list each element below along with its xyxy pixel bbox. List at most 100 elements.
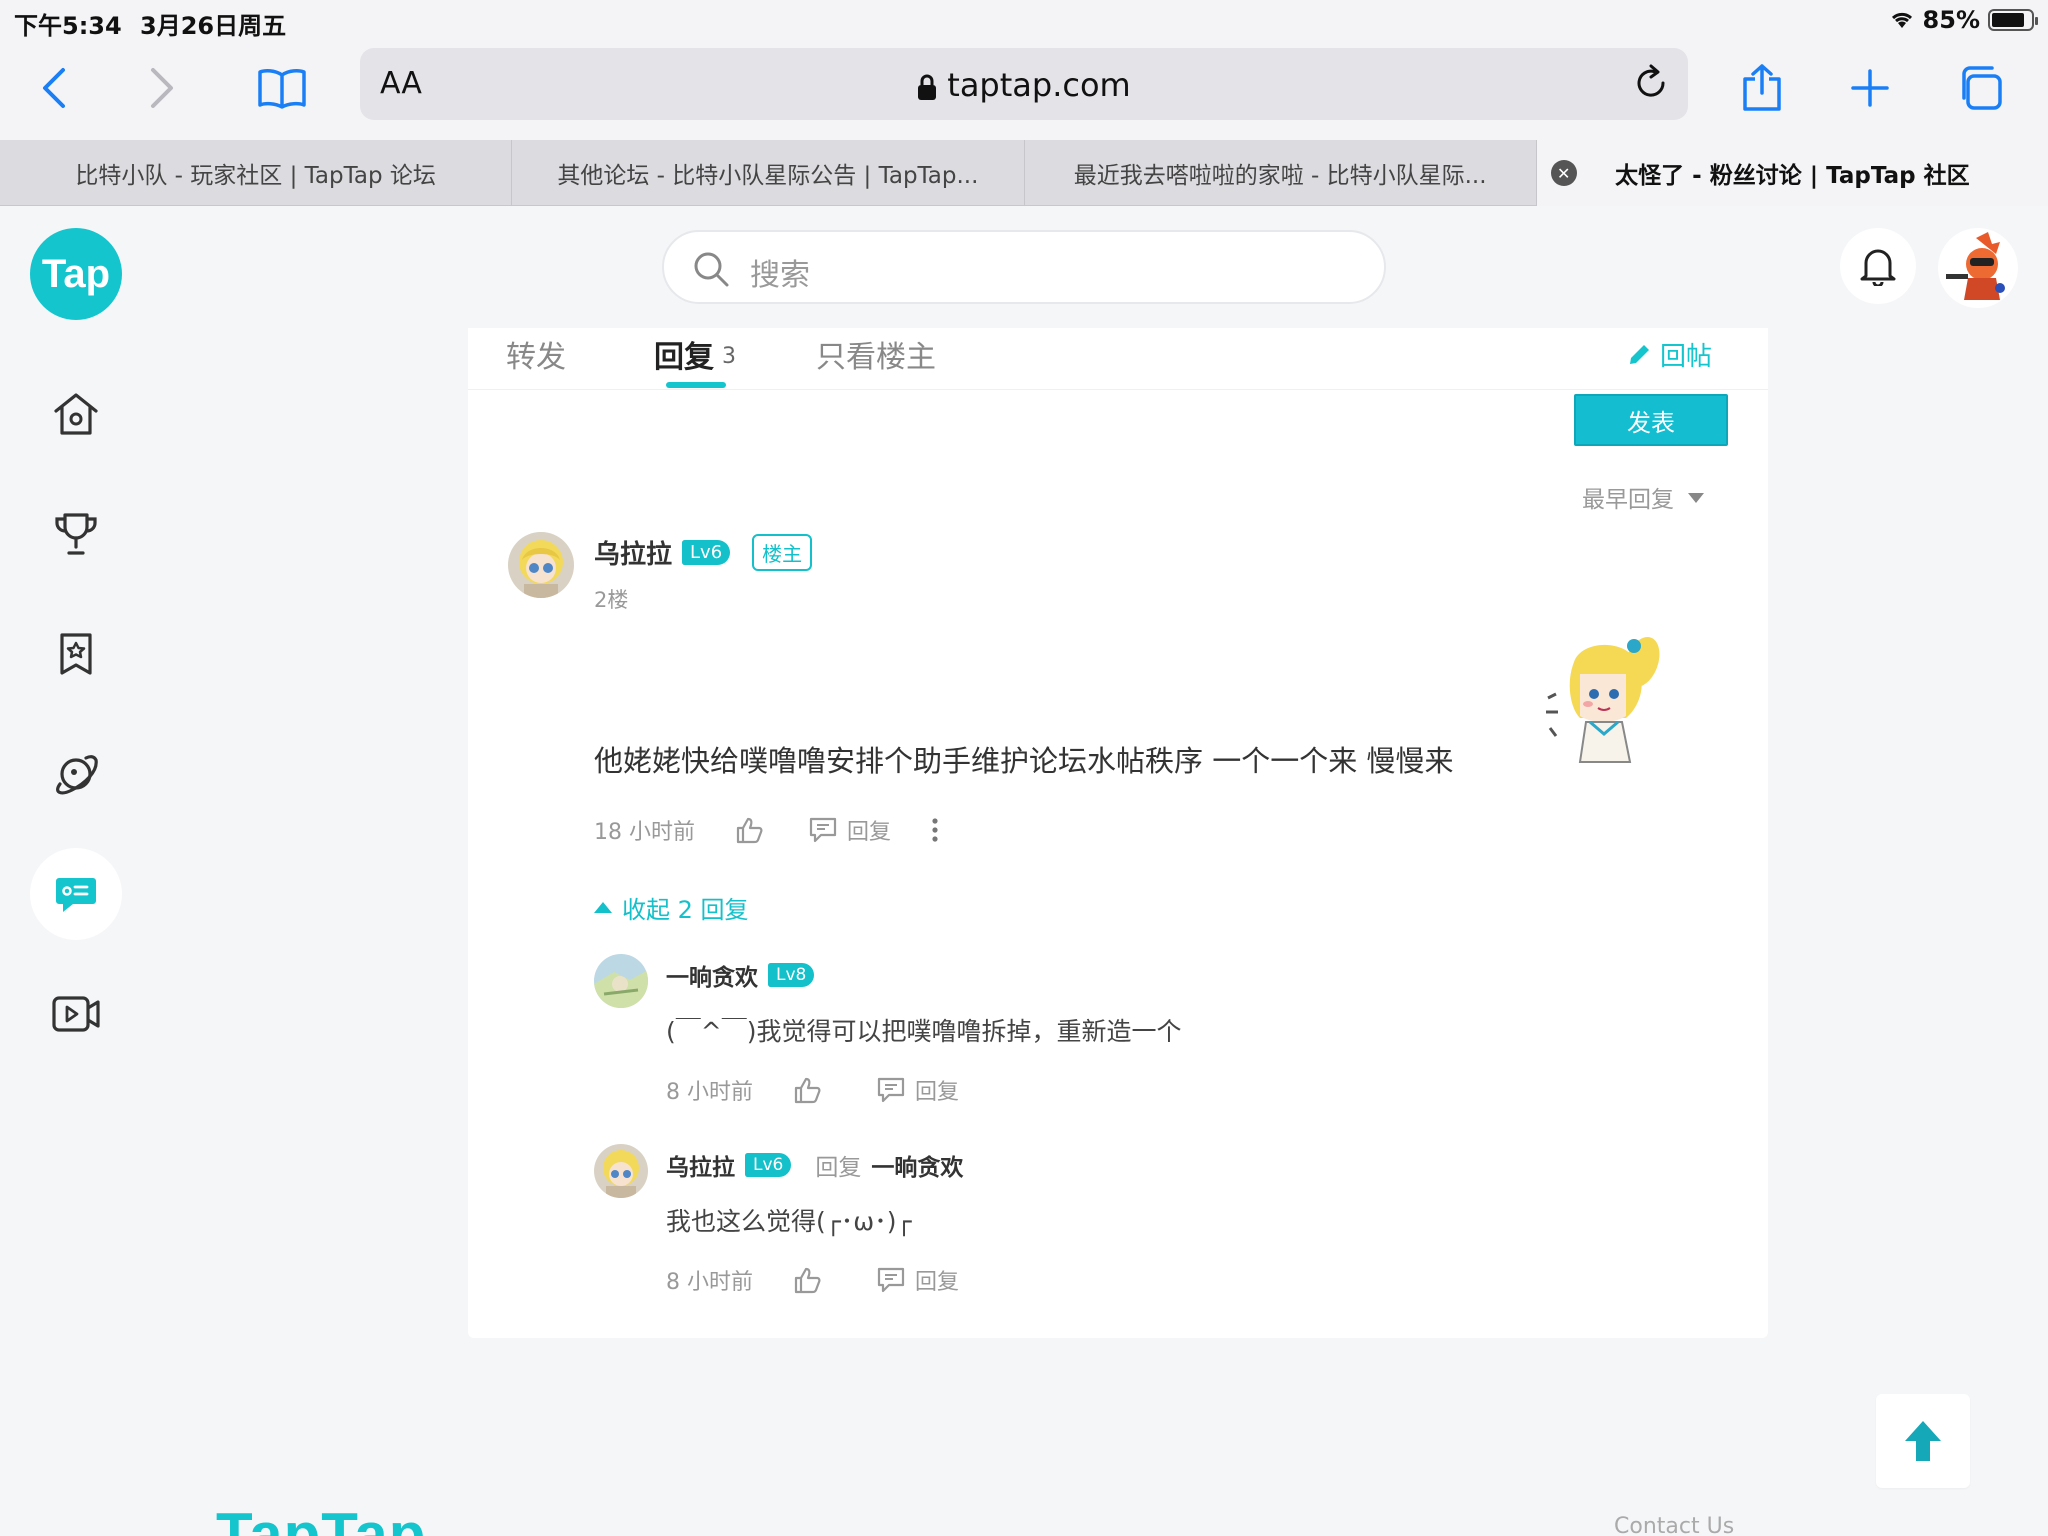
reply-avatar-2[interactable] [594, 1144, 648, 1198]
sidebar-video[interactable] [30, 968, 122, 1060]
sidebar-ranking[interactable] [30, 488, 122, 580]
reply-author-2: 乌拉拉 Lv6 回复 一晌贪欢 [666, 1148, 963, 1182]
thumbs-up-icon [736, 817, 763, 844]
reply-to-user[interactable]: 一晌贪欢 [871, 1148, 963, 1182]
footer-logo[interactable]: TapTap [216, 1500, 426, 1536]
pencil-icon [1629, 344, 1649, 364]
reply-count: 3 [722, 344, 736, 369]
address-bar[interactable]: AA taptap.com [360, 48, 1688, 120]
forum-chat-icon [56, 878, 96, 912]
collapse-label: 收起 2 回复 [622, 896, 749, 924]
floor-number: 2楼 [594, 588, 629, 612]
sort-dropdown[interactable]: 最早回复 [1582, 480, 1704, 514]
sidebar-forum-active[interactable] [30, 848, 122, 940]
status-right: 85% [1889, 6, 2038, 34]
tab-repost[interactable]: 转发 [506, 332, 566, 376]
reply-label-2: 回复 [915, 1270, 960, 1295]
lock-icon [918, 74, 937, 100]
sidebar-saved[interactable] [30, 608, 122, 700]
trophy-icon [55, 513, 97, 555]
comment-icon [877, 1267, 905, 1293]
reload-icon[interactable] [1632, 64, 1670, 106]
reply-label-1: 回复 [915, 1080, 960, 1105]
battery-percent: 85% [1922, 6, 1980, 34]
search-icon [694, 252, 729, 287]
forward-arrow-icon[interactable] [132, 58, 192, 118]
reply-time-2: 8 小时前 [666, 1270, 753, 1295]
status-bar: 下午5:34 3月26日周五 85% [0, 0, 2048, 40]
sticker-image [1530, 632, 1670, 772]
post-actions: 18 小时前 回复 [594, 814, 939, 846]
owner-badge: 楼主 [752, 534, 813, 571]
like-button-1[interactable] [793, 1076, 821, 1104]
sidebar-home[interactable] [30, 368, 122, 460]
share-icon[interactable] [1732, 58, 1792, 118]
collapse-replies-button[interactable]: 收起 2 回复 [594, 890, 749, 925]
like-button[interactable] [735, 816, 763, 844]
reply-author-name-1[interactable]: 一晌贪欢 [666, 958, 758, 992]
reply-author-1: 一晌贪欢 Lv8 [666, 958, 815, 992]
reply-to-word: 回复 [815, 1155, 862, 1181]
notification-bell-icon[interactable] [1840, 228, 1916, 304]
reply-button-2[interactable]: 回复 [877, 1264, 959, 1296]
thumbs-up-icon [794, 1077, 821, 1104]
tab-op-only[interactable]: 只看楼主 [816, 332, 936, 376]
search-placeholder: 搜索 [750, 258, 810, 293]
reply-post-label: 回帖 [1659, 342, 1712, 372]
contact-us-link[interactable]: Contact Us [1614, 1514, 1734, 1536]
publish-button[interactable]: 发表 [1574, 394, 1728, 446]
sort-label: 最早回复 [1582, 487, 1674, 513]
reply-author-name-2[interactable]: 乌拉拉 [666, 1148, 735, 1182]
user-avatar[interactable] [1938, 228, 2018, 308]
browser-tab-3[interactable]: 最近我去嗒啦啦的家啦 - 比特小队星际... [1025, 140, 1537, 206]
browser-tab-2[interactable]: 其他论坛 - 比特小队星际公告 | TapTap... [512, 140, 1025, 206]
replies-card: 转发 回复 3 只看楼主 回帖 发表 最早回复 乌拉拉 Lv6 楼主 2楼 他姥… [468, 328, 1768, 1338]
caret-down-icon [1688, 493, 1704, 503]
post-author: 乌拉拉 Lv6 楼主 [594, 534, 813, 571]
like-button-2[interactable] [793, 1266, 821, 1294]
tab-overview-icon[interactable] [1950, 58, 2010, 118]
comment-icon [809, 817, 837, 843]
browser-tabs: 比特小队 - 玩家社区 | TapTap 论坛 其他论坛 - 比特小队星际公告 … [0, 140, 2048, 206]
level-badge: Lv6 [682, 540, 731, 565]
reply-content-2: 我也这么觉得(┌･ω･)┌ [666, 1207, 912, 1236]
status-time: 下午5:34 [14, 12, 122, 40]
browser-tab-1[interactable]: 比特小队 - 玩家社区 | TapTap 论坛 [0, 140, 513, 206]
url-display[interactable]: taptap.com [360, 66, 1688, 104]
browser-tab-4-title: 太怪了 - 粉丝讨论 | TapTap 社区 [1615, 163, 1970, 189]
browser-tab-4-active[interactable]: ✕ 太怪了 - 粉丝讨论 | TapTap 社区 [1536, 140, 2048, 206]
new-tab-plus-icon[interactable] [1840, 58, 1900, 118]
reply-button-1[interactable]: 回复 [877, 1074, 959, 1106]
reply-content-1: (￣^￣)我觉得可以把噗噜噜拆掉，重新造一个 [666, 1017, 1182, 1046]
bookmark-star-icon [60, 633, 92, 675]
reply-post-button[interactable]: 回帖 [1626, 336, 1712, 373]
tab-replies[interactable]: 回复 3 [654, 332, 736, 376]
reply-time-1: 8 小时前 [666, 1080, 753, 1105]
home-icon [54, 393, 98, 435]
bookmarks-book-icon[interactable] [252, 58, 312, 118]
thumbs-up-icon [794, 1267, 821, 1294]
taptap-logo[interactable]: Tap [30, 228, 122, 320]
reply-actions-2: 8 小时前 回复 [666, 1264, 959, 1296]
back-arrow-icon[interactable] [24, 58, 84, 118]
close-tab-icon[interactable]: ✕ [1550, 160, 1577, 186]
search-input[interactable]: 搜索 [662, 230, 1386, 304]
active-tab-indicator [666, 382, 726, 388]
url-text: taptap.com [947, 66, 1131, 104]
caret-up-icon [594, 902, 612, 913]
battery-icon [1988, 9, 2038, 31]
reply-button[interactable]: 回复 [809, 814, 891, 846]
browser-toolbar: AA taptap.com [0, 40, 2048, 140]
author-avatar[interactable] [508, 532, 574, 598]
more-options-icon[interactable] [931, 817, 939, 843]
reply-actions-1: 8 小时前 回复 [666, 1074, 959, 1106]
tab-replies-label: 回复 [654, 340, 714, 375]
post-content: 他姥姥快给噗噜噜安排个助手维护论坛水帖秩序 一个一个来 慢慢来 [594, 744, 1454, 778]
video-icon [52, 996, 100, 1032]
post-author-name[interactable]: 乌拉拉 [594, 534, 672, 571]
post-tabs: 转发 回复 3 只看楼主 回帖 [468, 328, 1768, 390]
reply-avatar-1[interactable] [594, 954, 648, 1008]
sidebar-discover[interactable] [30, 728, 122, 820]
post-time: 18 小时前 [594, 820, 695, 845]
back-to-top-button[interactable] [1876, 1394, 1970, 1488]
